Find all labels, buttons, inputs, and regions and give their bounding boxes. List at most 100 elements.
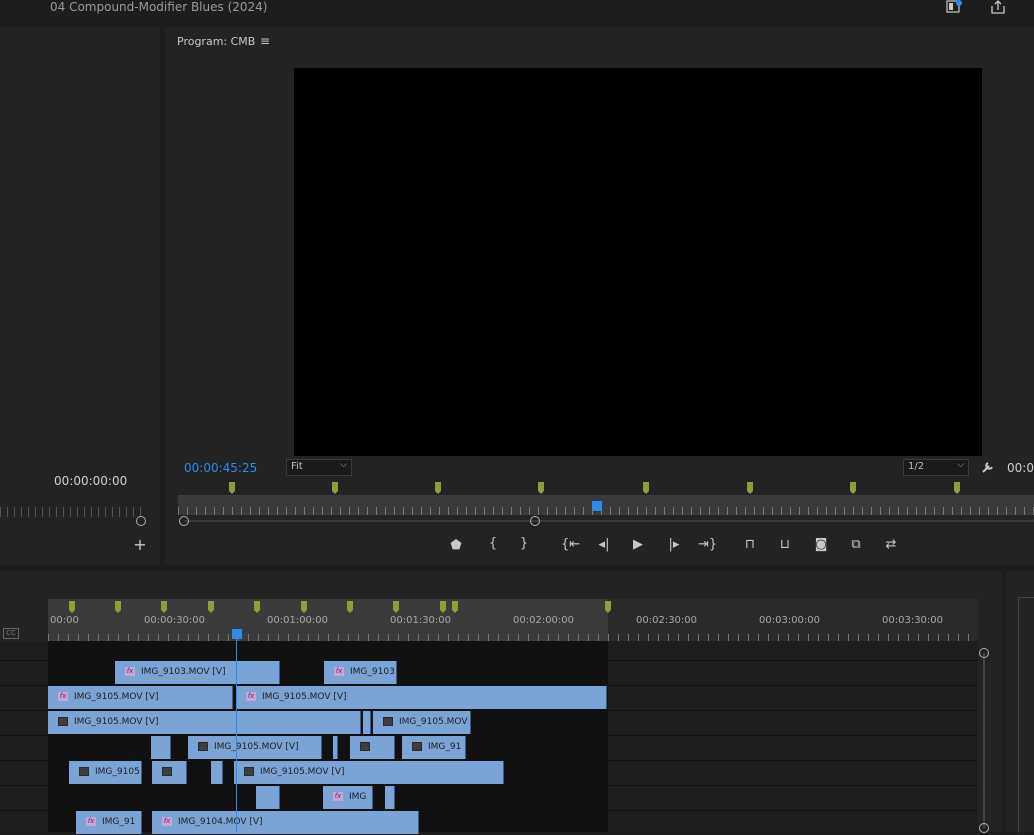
fx-badge-icon: fx xyxy=(125,667,135,676)
add-marker-icon[interactable]: ⬟ xyxy=(448,538,464,554)
mark-out-icon[interactable]: } xyxy=(516,536,532,552)
clip[interactable]: fx IMG_9105.MOV [V] xyxy=(48,686,233,709)
wrench-icon[interactable] xyxy=(981,460,995,474)
marker[interactable] xyxy=(747,482,753,494)
program-timecode[interactable]: 00:00:45:25 xyxy=(184,461,257,475)
marker[interactable] xyxy=(452,601,458,613)
clip[interactable]: IMG_9105.MOV xyxy=(373,711,471,734)
clip[interactable]: IMG_91 xyxy=(402,736,466,759)
marker[interactable] xyxy=(161,601,167,613)
clip[interactable]: fx IMG xyxy=(323,786,373,809)
extract-icon[interactable]: ⊔ xyxy=(776,537,794,553)
clip[interactable]: IMG_9105.MOV [V] xyxy=(188,736,322,759)
clip-label: IMG_91 xyxy=(428,742,462,752)
ruler-label: 00:02:00:00 xyxy=(513,615,575,626)
add-button[interactable]: + xyxy=(133,537,147,553)
clip[interactable] xyxy=(363,711,371,734)
right-panel-frame xyxy=(1018,597,1034,833)
image-badge-icon xyxy=(383,717,393,726)
marker[interactable] xyxy=(435,482,441,494)
vertical-scrollbar[interactable] xyxy=(983,653,985,828)
clip[interactable] xyxy=(256,786,280,809)
lift-icon[interactable]: ⊓ xyxy=(741,537,759,553)
clip[interactable] xyxy=(333,736,338,759)
source-panel: 00:00:00:00 + xyxy=(0,27,160,565)
ruler-label: 00:01:00:00 xyxy=(267,615,329,626)
program-zoom-bar[interactable] xyxy=(184,520,1034,522)
fx-badge-icon: fx xyxy=(333,792,343,801)
marker[interactable] xyxy=(332,482,338,494)
clip[interactable] xyxy=(151,736,171,759)
zoom-value: Fit xyxy=(291,461,303,472)
export-frame-icon[interactable]: ◙ xyxy=(813,537,829,553)
share-icon[interactable] xyxy=(990,0,1006,14)
clip-label: IMG_9105.MOV [V] xyxy=(260,767,345,777)
marker[interactable] xyxy=(605,601,611,613)
title-bar: 04 Compound-Modifier Blues (2024) xyxy=(0,0,1034,25)
clip[interactable]: fx IMG_9105.MOV [V] xyxy=(236,686,607,709)
clip[interactable]: fx IMG_9104.MOV [V] xyxy=(152,811,419,834)
marker[interactable] xyxy=(393,601,399,613)
marker[interactable] xyxy=(643,482,649,494)
fx-badge-icon: fx xyxy=(86,817,96,826)
program-video-frame xyxy=(294,68,982,456)
clip-label: IMG_9103 xyxy=(350,667,395,677)
clip[interactable]: IMG_9105 xyxy=(69,761,142,784)
marker[interactable] xyxy=(850,482,856,494)
program-scrub-bar[interactable] xyxy=(178,495,1034,515)
ruler-label: 00:00 xyxy=(50,615,79,626)
clip[interactable]: IMG_9105.MOV [V] xyxy=(234,761,504,784)
zoom-handle-right[interactable] xyxy=(530,516,540,526)
clip-label: IMG_9105.MOV [V] xyxy=(262,692,347,702)
program-menu-icon[interactable]: ≡ xyxy=(260,34,270,48)
play-icon[interactable]: ▶ xyxy=(630,537,646,553)
clip[interactable] xyxy=(350,736,395,759)
track-v1 xyxy=(0,810,978,835)
proxy-toggle-icon[interactable]: ⇄ xyxy=(882,537,900,553)
marker[interactable] xyxy=(208,601,214,613)
clip[interactable] xyxy=(211,761,223,784)
step-back-icon[interactable]: ◂| xyxy=(596,537,612,553)
marker[interactable] xyxy=(254,601,260,613)
fx-badge-icon: fx xyxy=(246,692,256,701)
marker[interactable] xyxy=(229,482,235,494)
source-timecode: 00:00:00:00 xyxy=(54,474,128,488)
marker[interactable] xyxy=(954,482,960,494)
chevron-down-icon: ⌵ xyxy=(340,460,347,470)
workspace-icon[interactable] xyxy=(946,0,962,14)
marker[interactable] xyxy=(301,601,307,613)
clip[interactable] xyxy=(152,761,187,784)
clip[interactable]: fx IMG_9103 xyxy=(324,661,397,684)
go-to-out-icon[interactable]: ⇥} xyxy=(698,537,717,553)
clip[interactable]: fx IMG_91 xyxy=(76,811,142,834)
scroll-handle-top[interactable] xyxy=(979,648,989,658)
resolution-select[interactable]: 1/2 ⌵ xyxy=(903,459,969,476)
source-scrub-bar[interactable] xyxy=(0,507,146,517)
clip-label: IMG xyxy=(349,792,367,802)
marker[interactable] xyxy=(440,601,446,613)
zoom-select[interactable]: Fit ⌵ xyxy=(286,459,352,476)
captions-icon[interactable]: CC xyxy=(3,628,19,639)
program-title: Program: CMB xyxy=(177,35,256,48)
marker[interactable] xyxy=(115,601,121,613)
mark-in-icon[interactable]: { xyxy=(485,536,501,552)
clip[interactable]: IMG_9105.MOV [V] xyxy=(48,711,361,734)
ruler-label: 00:02:30:00 xyxy=(636,615,698,626)
zoom-handle-left[interactable] xyxy=(179,516,189,526)
timeline-panel: CC 00:00 00:00:30:00 00:01:00:00 00:01:3… xyxy=(0,571,1002,835)
source-zoom-handle[interactable] xyxy=(136,516,146,526)
marker[interactable] xyxy=(69,601,75,613)
track-v4 xyxy=(0,735,978,760)
marker[interactable] xyxy=(347,601,353,613)
go-to-in-icon[interactable]: {⇤ xyxy=(561,537,580,553)
playhead-line xyxy=(236,637,237,832)
program-playhead[interactable] xyxy=(592,501,602,511)
clip[interactable] xyxy=(385,786,395,809)
timeline-ruler[interactable]: 00:00 00:00:30:00 00:01:00:00 00:01:30:0… xyxy=(48,599,978,641)
comparison-view-icon[interactable]: ⧉ xyxy=(847,537,865,553)
clip[interactable]: fx IMG_9103.MOV [V] xyxy=(115,661,280,684)
timeline-playhead[interactable] xyxy=(232,629,242,639)
marker[interactable] xyxy=(538,482,544,494)
step-forward-icon[interactable]: |▸ xyxy=(666,537,682,553)
clip-label: IMG_9105 xyxy=(95,767,140,777)
